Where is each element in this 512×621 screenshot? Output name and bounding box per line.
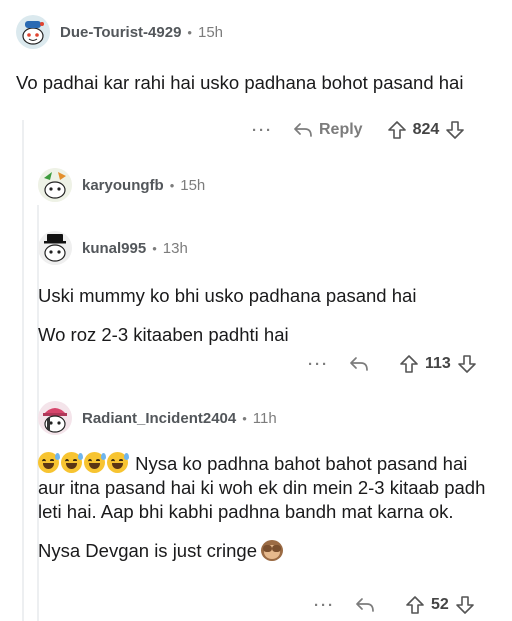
- vote-count: 113: [425, 355, 451, 372]
- comment-text: Uski mummy ko bhi usko padhana pasand ha…: [38, 285, 417, 306]
- username[interactable]: Radiant_Incident2404: [82, 410, 236, 427]
- grinning-sweat-emoji: [84, 452, 106, 473]
- username[interactable]: kunal995: [82, 240, 146, 257]
- avatar[interactable]: [38, 401, 72, 435]
- reply-arrow-icon: [356, 598, 374, 612]
- snoo-avatar-icon: [38, 231, 72, 265]
- avatar[interactable]: [38, 168, 72, 202]
- comment-actions: ··· 113: [308, 354, 477, 374]
- snoo-avatar-icon: [16, 15, 50, 49]
- downvote-arrow-icon[interactable]: [445, 120, 465, 140]
- comment-kunal995: kunal995 • 13h Uski mummy ko bhi usko pa…: [38, 228, 478, 347]
- upvote-arrow-icon[interactable]: [405, 595, 425, 615]
- snoo-avatar-icon: [38, 401, 72, 435]
- timestamp: 15h: [197, 23, 224, 41]
- username[interactable]: Due-Tourist-4929: [60, 24, 181, 41]
- comment-text-main: Nysa ko padhna bahot bahot pasand hai au…: [38, 453, 486, 522]
- vote-controls: 52: [405, 595, 475, 615]
- vote-count: 824: [412, 121, 440, 138]
- more-options-button[interactable]: ···: [308, 356, 329, 373]
- snoo-avatar-icon: [38, 168, 72, 202]
- vote-count: 52: [431, 596, 449, 613]
- comment-actions: ··· Reply 824: [252, 120, 465, 140]
- more-options-button[interactable]: ···: [252, 122, 273, 139]
- comment-text: Wo roz 2-3 kitaaben padhti hai: [38, 324, 289, 345]
- comment-body: Nysa ko padhna bahot bahot pasand hai au…: [38, 452, 488, 563]
- separator-dot: •: [152, 240, 157, 256]
- comment-text: Nysa Devgan is just cringe: [38, 539, 488, 563]
- comment-body: Uski mummy ko bhi usko padhana pasand ha…: [38, 284, 478, 347]
- reply-button[interactable]: [349, 356, 375, 372]
- reply-arrow-icon: [350, 357, 368, 371]
- comment-body: Vo padhai kar rahi hai usko padhana boho…: [16, 71, 486, 95]
- downvote-arrow-icon[interactable]: [455, 595, 475, 615]
- avatar[interactable]: [16, 15, 50, 49]
- timestamp: 11h: [252, 409, 277, 427]
- downvote-arrow-icon[interactable]: [457, 354, 477, 374]
- timestamp: 13h: [162, 239, 188, 257]
- reply-button[interactable]: Reply: [293, 121, 363, 139]
- upvote-arrow-icon[interactable]: [387, 120, 407, 140]
- timestamp: 15h: [180, 176, 206, 194]
- reply-button[interactable]: [355, 597, 381, 613]
- comment-radiant-incident: Radiant_Incident2404 • 11h Nysa ko padhn…: [38, 398, 488, 563]
- separator-dot: •: [242, 410, 247, 426]
- reply-label: Reply: [319, 121, 363, 138]
- vote-controls: 824: [387, 120, 466, 140]
- comment-meta: kunal995 • 13h: [38, 228, 478, 268]
- comment-text: Vo padhai kar rahi hai usko padhana boho…: [16, 72, 464, 93]
- thread-line[interactable]: [22, 120, 24, 621]
- reply-arrow-icon: [294, 123, 312, 137]
- comment-karyoungfb: karyoungfb • 15h: [38, 165, 478, 205]
- avatar[interactable]: [38, 231, 72, 265]
- grinning-sweat-emoji: [107, 452, 129, 473]
- vote-controls: 113: [399, 354, 477, 374]
- more-options-button[interactable]: ···: [314, 597, 335, 614]
- comment-actions: ··· 52: [314, 595, 475, 615]
- see-no-evil-monkey-emoji: [261, 540, 284, 561]
- grinning-sweat-emoji: [38, 452, 60, 473]
- comment-meta: karyoungfb • 15h: [38, 165, 478, 205]
- comment-due-tourist: Due-Tourist-4929 • 15h Vo padhai kar rah…: [16, 12, 496, 95]
- upvote-arrow-icon[interactable]: [399, 354, 419, 374]
- comment-meta: Due-Tourist-4929 • 15h: [16, 12, 496, 52]
- separator-dot: •: [187, 24, 192, 40]
- comment-meta: Radiant_Incident2404 • 11h: [38, 398, 488, 438]
- username[interactable]: karyoungfb: [82, 177, 164, 194]
- comment-text-second: Nysa Devgan is just cringe: [38, 540, 258, 561]
- separator-dot: •: [169, 177, 175, 193]
- grinning-sweat-emoji: [61, 452, 83, 473]
- comment-text: Nysa ko padhna bahot bahot pasand hai au…: [38, 452, 488, 524]
